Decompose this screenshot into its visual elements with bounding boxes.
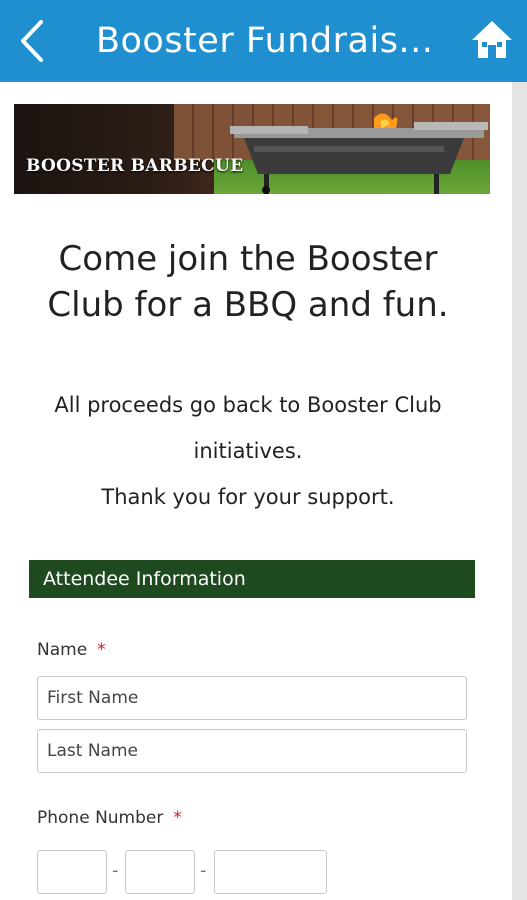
last-name-input[interactable] bbox=[37, 729, 467, 773]
phone-label-text: Phone Number bbox=[37, 808, 164, 828]
phone-separator: - bbox=[200, 860, 207, 881]
phone-separator: - bbox=[112, 860, 119, 881]
name-label-text: Name bbox=[37, 640, 88, 660]
required-marker: * bbox=[97, 640, 106, 660]
app-bar: Booster Fundrais... bbox=[0, 0, 527, 82]
description-line-3: Thank you for your support. bbox=[101, 485, 395, 509]
phone-area-code-input[interactable] bbox=[37, 850, 107, 894]
first-name-input[interactable] bbox=[37, 676, 467, 720]
phone-prefix-input[interactable] bbox=[125, 850, 195, 894]
banner-title: BOOSTER BARBECUE bbox=[26, 156, 244, 176]
home-icon bbox=[472, 21, 512, 58]
app-title: Booster Fundrais... bbox=[96, 21, 434, 61]
home-button[interactable] bbox=[470, 18, 514, 62]
phone-line-number-input[interactable] bbox=[214, 850, 327, 894]
event-headline: Come join the Booster Club for a BBQ and… bbox=[47, 239, 449, 325]
event-description: All proceeds go back to Booster Club ini… bbox=[20, 382, 476, 520]
description-line-2: initiatives. bbox=[193, 439, 303, 463]
chevron-left-icon bbox=[21, 20, 43, 62]
phone-label: Phone Number * bbox=[37, 808, 182, 828]
name-label: Name * bbox=[37, 640, 106, 660]
back-button[interactable] bbox=[12, 17, 52, 65]
section-header-attendee: Attendee Information bbox=[29, 560, 475, 598]
description-line-1: All proceeds go back to Booster Club bbox=[54, 393, 442, 417]
required-marker: * bbox=[173, 808, 182, 828]
scrollbar-track[interactable] bbox=[512, 82, 527, 900]
banner-image: BOOSTER BARBECUE bbox=[14, 104, 490, 194]
